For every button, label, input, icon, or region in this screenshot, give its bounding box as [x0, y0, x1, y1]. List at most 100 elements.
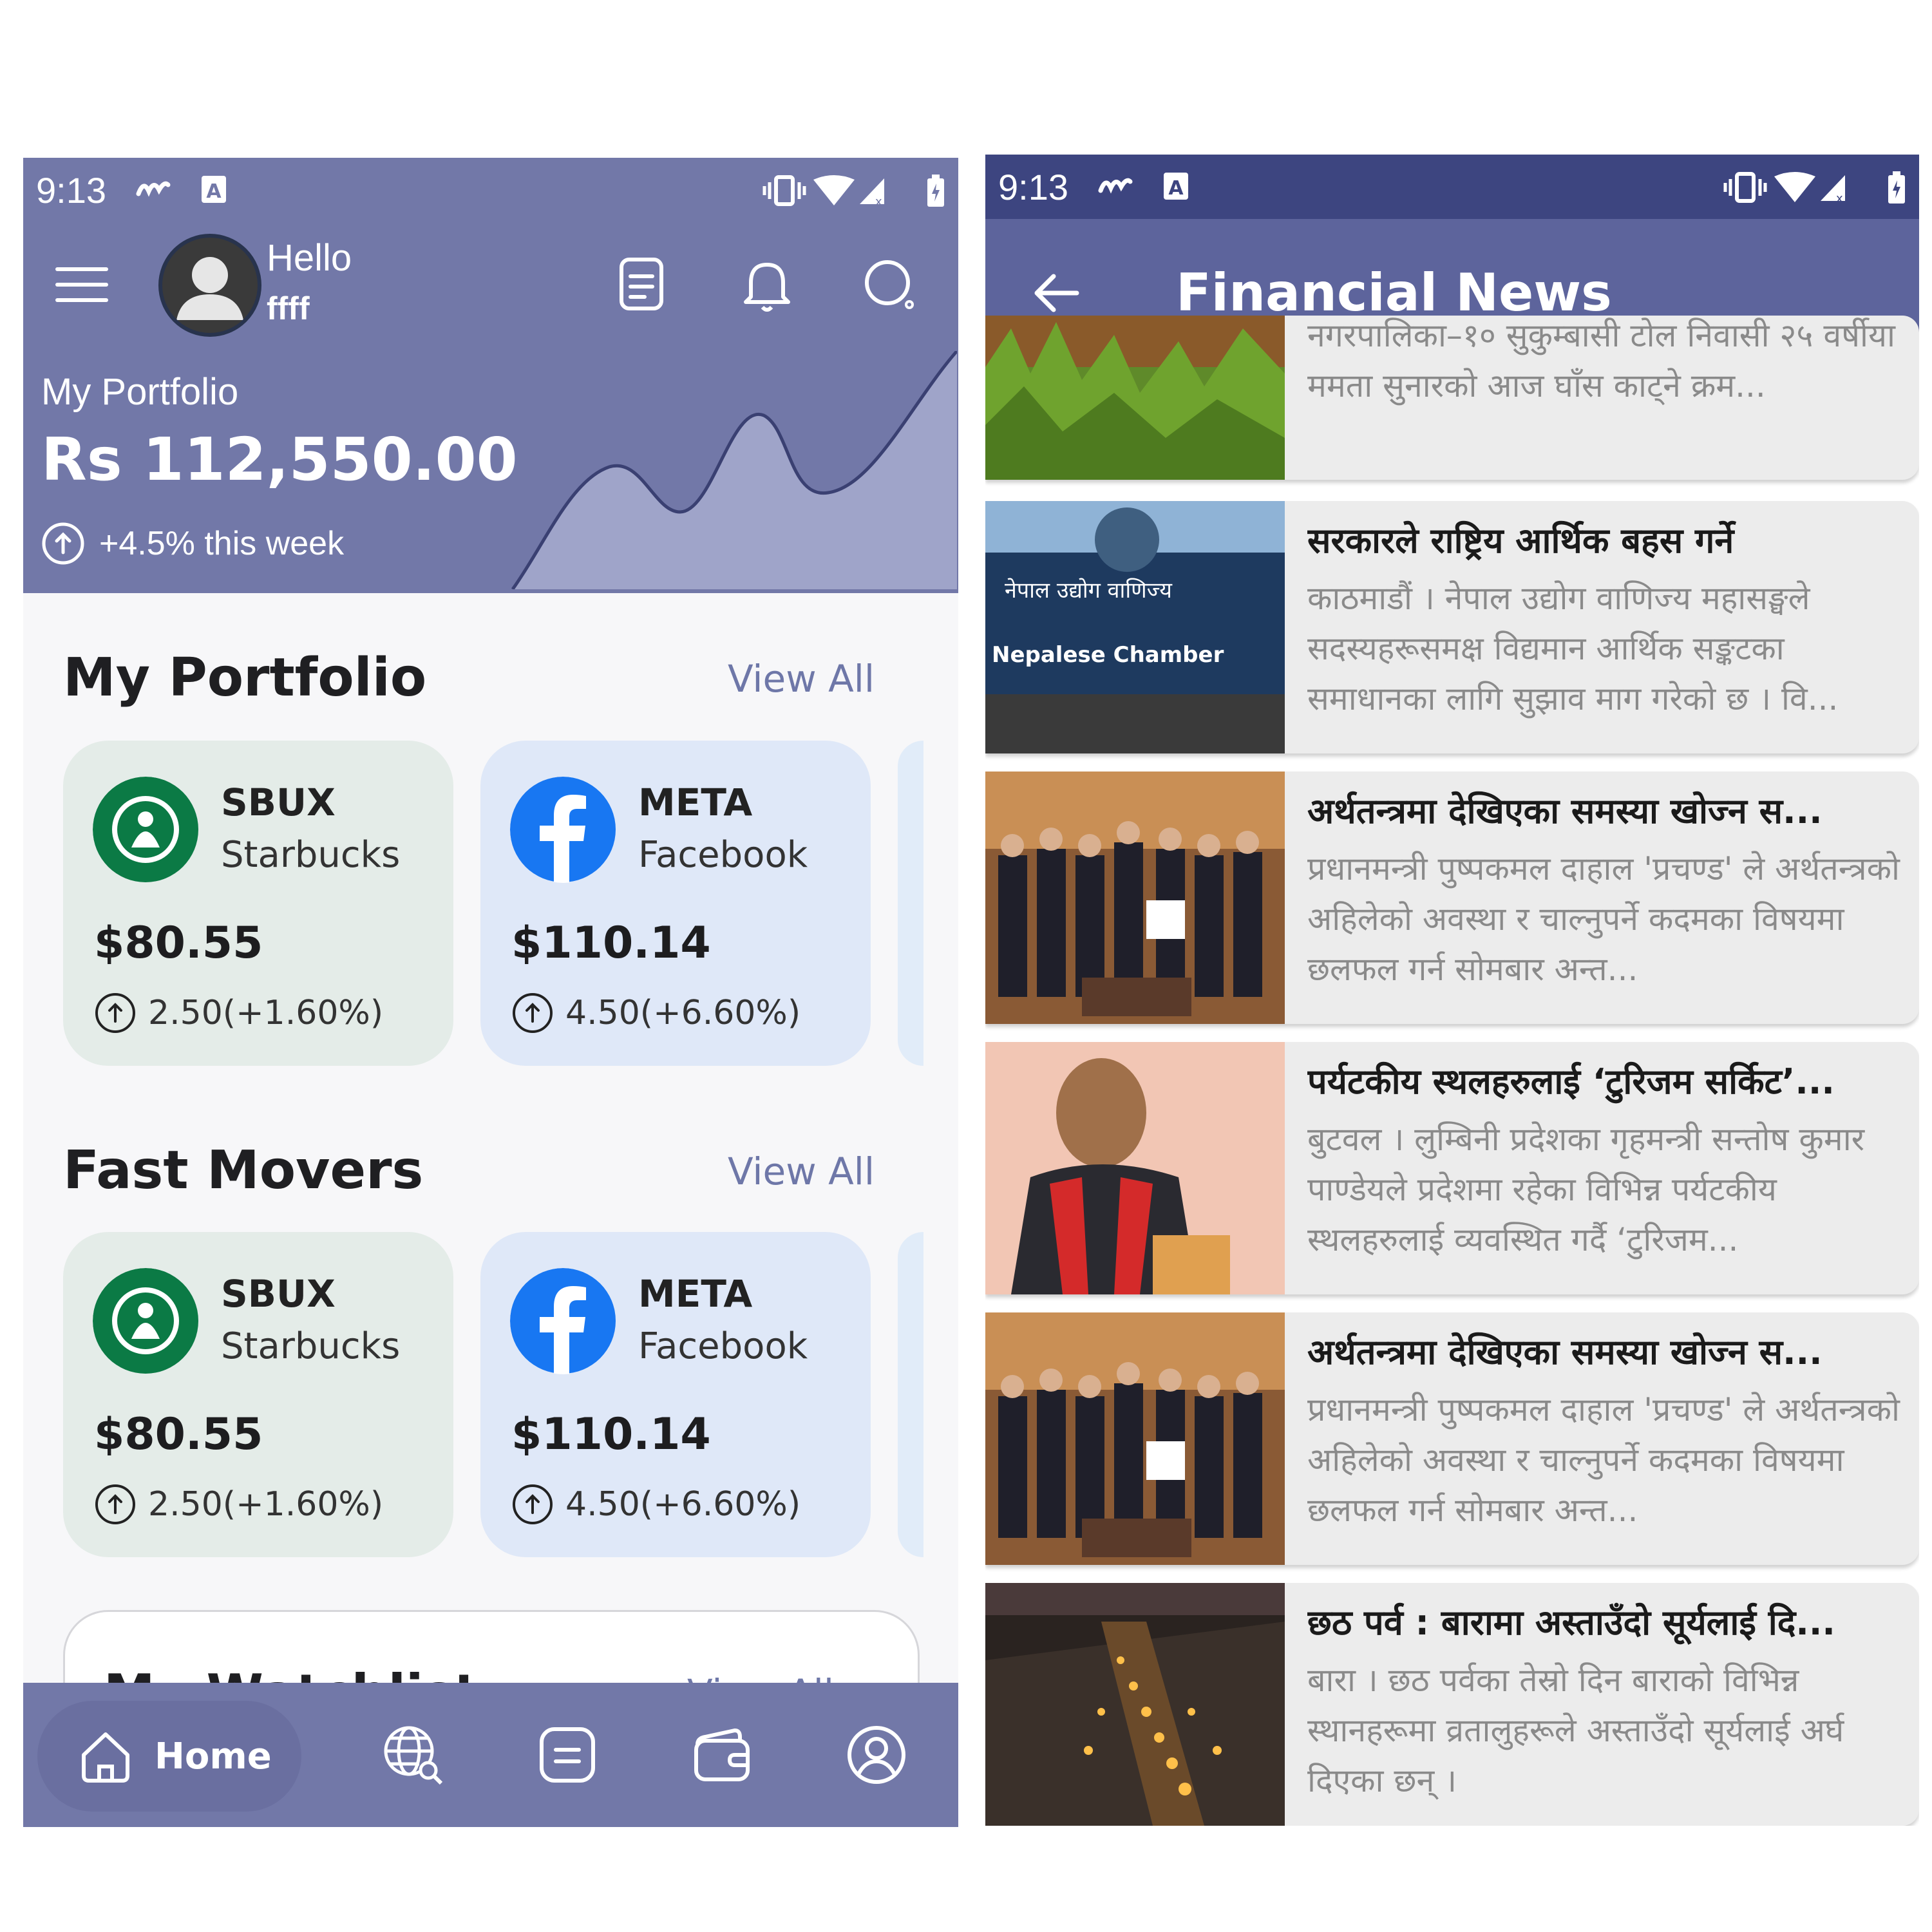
stock-change-text: 4.50(+6.60%): [565, 994, 801, 1032]
nav-home-label: Home: [155, 1735, 272, 1777]
profile-icon[interactable]: [844, 1723, 909, 1787]
news-thumbnail: [985, 1042, 1285, 1294]
document-icon[interactable]: [612, 256, 670, 314]
news-item[interactable]: अर्थतन्त्रमा देखिएका समस्या खोज्न स... प…: [985, 1312, 1919, 1565]
vibrate-icon: [762, 175, 806, 206]
wifi-signal-icon: x: [813, 175, 884, 207]
stock-price: $110.14: [511, 1409, 711, 1460]
starbucks-logo-icon: [93, 777, 198, 882]
squiggle-icon: [1098, 178, 1133, 194]
mover-card-sbux[interactable]: SBUX Starbucks $80.55 2.50(+1.60%): [63, 1232, 453, 1557]
arrow-up-circle-icon: [95, 993, 135, 1033]
news-thumbnail: [985, 316, 1285, 480]
arrow-up-circle-icon: [513, 1484, 553, 1524]
stock-name: Starbucks: [221, 834, 401, 876]
portfolio-section-title: My Portfolio: [63, 647, 427, 708]
stock-change-text: 4.50(+6.60%): [565, 1485, 801, 1524]
stock-card-sbux[interactable]: SBUX Starbucks $80.55 2.50(+1.60%): [63, 741, 453, 1066]
wallet-icon[interactable]: [690, 1723, 754, 1787]
svg-text:Nepalese Chamber: Nepalese Chamber: [992, 642, 1224, 668]
back-arrow-icon[interactable]: [1030, 267, 1082, 319]
stock-ticker: SBUX: [221, 1272, 336, 1316]
bell-icon[interactable]: [738, 256, 796, 314]
home-icon: [82, 1732, 129, 1783]
nav-home-button[interactable]: Home: [37, 1701, 301, 1812]
stock-change-text: 2.50(+1.60%): [148, 1485, 384, 1524]
stock-name: Facebook: [638, 1325, 808, 1367]
news-body: बारा । छठ पर्वका तेस्रो दिन बाराको विभिन…: [1307, 1662, 1844, 1799]
movers-view-all-link[interactable]: View All: [728, 1150, 875, 1193]
keyboard-a-icon: A: [202, 176, 226, 203]
stock-card-peek[interactable]: [898, 741, 923, 1066]
news-title: पर्यटकीय स्थलहरुलाई ‘टुरिजम सर्किट’...: [1307, 1061, 1835, 1102]
news-screen: 9:13 A x Financial News नगरपालिका–१० सुक…: [985, 155, 1919, 1826]
mover-card-peek[interactable]: [898, 1232, 923, 1557]
stock-card-meta[interactable]: META Facebook $110.14 4.50(+6.60%): [480, 741, 871, 1066]
news-thumbnail: नेपाल उद्योग वाणिज्य Nepalese Chamber: [985, 501, 1285, 753]
news-item[interactable]: अर्थतन्त्रमा देखिएका समस्या खोज्न स... प…: [985, 772, 1919, 1024]
news-item[interactable]: छठ पर्व : बारामा अस्ताउँदो सूर्यलाई दि..…: [985, 1583, 1919, 1826]
status-bar: 9:13 A x: [985, 155, 1919, 219]
svg-text:A: A: [1168, 177, 1184, 200]
news-body: प्रधानमन्त्री पुष्पकमल दाहाल 'प्रचण्ड' ल…: [1307, 1391, 1900, 1529]
page-title: Financial News: [1176, 263, 1612, 323]
news-body: नगरपालिका–१० सुकुम्बासी टोल निवासी २५ वर…: [1307, 317, 1895, 404]
greeting-text: Hello: [267, 237, 352, 279]
bottom-nav: Home: [23, 1683, 958, 1827]
movers-section-title: Fast Movers: [63, 1140, 424, 1201]
status-time: 9:13: [998, 167, 1068, 207]
wifi-signal-icon: x: [1774, 172, 1845, 204]
mover-card-meta[interactable]: META Facebook $110.14 4.50(+6.60%): [480, 1232, 871, 1557]
news-body: बुटवल । लुम्बिनी प्रदेशका गृहमन्त्री सन्…: [1307, 1121, 1865, 1258]
menu-icon[interactable]: [55, 267, 108, 306]
portfolio-value: Rs 112,550.00: [41, 425, 518, 494]
news-item[interactable]: पर्यटकीय स्थलहरुलाई ‘टुरिजम सर्किट’... ब…: [985, 1042, 1919, 1294]
globe-search-icon[interactable]: [381, 1723, 445, 1787]
stock-change: 2.50(+1.60%): [94, 1483, 383, 1526]
news-title: छठ पर्व : बारामा अस्ताउँदो सूर्यलाई दि..…: [1307, 1602, 1835, 1643]
facebook-logo-icon: [510, 777, 616, 883]
news-title: सरकारले राष्ट्रिय आर्थिक बहस गर्ने: [1307, 520, 1734, 561]
svg-text:x: x: [875, 195, 882, 207]
stock-ticker: META: [638, 781, 753, 824]
stock-change: 4.50(+6.60%): [511, 992, 800, 1034]
facebook-logo-icon: [510, 1268, 616, 1374]
battery-icon: [1888, 171, 1905, 204]
portfolio-screen: 9:13 A x Hello ffff My Portfolio Rs 112,…: [23, 158, 958, 1827]
news-thumbnail: [985, 1583, 1285, 1826]
keyboard-a-icon: A: [1164, 173, 1188, 200]
svg-text:x: x: [1836, 192, 1843, 204]
news-body: प्रधानमन्त्री पुष्पकमल दाहाल 'प्रचण्ड' ल…: [1307, 850, 1900, 988]
portfolio-view-all-link[interactable]: View All: [728, 657, 875, 701]
news-item[interactable]: नेपाल उद्योग वाणिज्य Nepalese Chamber सरक…: [985, 501, 1919, 753]
document-icon[interactable]: [535, 1723, 600, 1787]
status-bar-content: 9:13 A x: [985, 155, 1919, 219]
stock-change-text: 2.50(+1.60%): [148, 994, 384, 1032]
news-body: काठमाडौं । नेपाल उद्योग वाणिज्य महासङ्घल…: [1307, 580, 1839, 717]
arrow-up-circle-icon: [42, 522, 84, 565]
stock-name: Starbucks: [221, 1325, 401, 1367]
search-icon[interactable]: [860, 256, 918, 314]
stock-ticker: META: [638, 1272, 753, 1316]
portfolio-sparkline: [511, 351, 957, 589]
news-item[interactable]: नगरपालिका–१० सुकुम्बासी टोल निवासी २५ वर…: [985, 316, 1919, 480]
starbucks-logo-icon: [93, 1268, 198, 1374]
svg-text:A: A: [206, 180, 222, 203]
stock-change: 2.50(+1.60%): [94, 992, 383, 1034]
avatar[interactable]: [158, 234, 261, 337]
portfolio-label: My Portfolio: [41, 371, 239, 413]
portfolio-change-text: +4.5% this week: [99, 525, 345, 562]
stock-price: $80.55: [94, 1409, 263, 1460]
stock-price: $110.14: [511, 918, 711, 969]
arrow-up-circle-icon: [95, 1484, 135, 1524]
news-title: अर्थतन्त्रमा देखिएका समस्या खोज्न स...: [1307, 1332, 1823, 1372]
arrow-up-circle-icon: [513, 993, 553, 1033]
stock-change: 4.50(+6.60%): [511, 1483, 800, 1526]
svg-text:नेपाल उद्योग वाणिज्य: नेपाल उद्योग वाणिज्य: [1005, 578, 1173, 603]
news-thumbnail: [985, 772, 1285, 1024]
portfolio-change: +4.5% this week: [41, 522, 344, 565]
vibrate-icon: [1723, 172, 1767, 203]
status-time: 9:13: [36, 170, 106, 211]
squiggle-icon: [136, 181, 171, 197]
stock-ticker: SBUX: [221, 781, 336, 824]
